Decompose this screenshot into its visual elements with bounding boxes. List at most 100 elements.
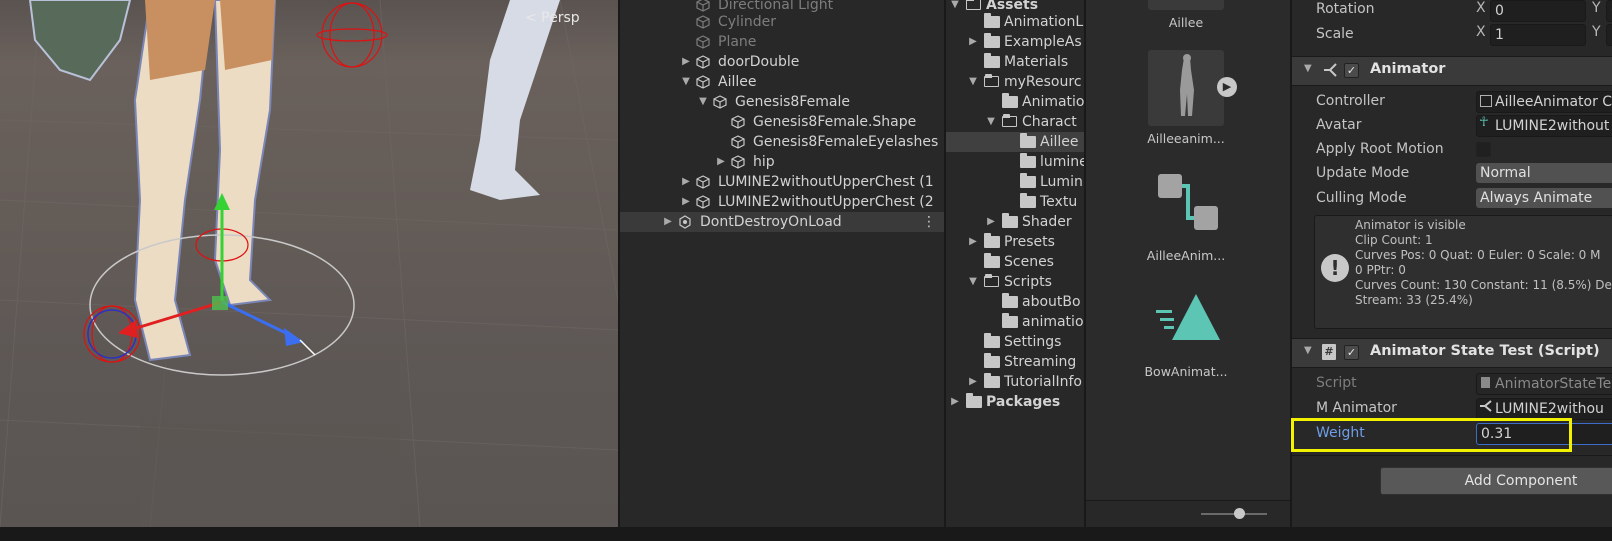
folder-item[interactable]: ▶ TutorialInfo xyxy=(946,372,1084,392)
project-folder-tree[interactable]: ▼ Assets AnimationL ▶ ExampleAs Material… xyxy=(946,0,1084,527)
hierarchy-item-label: Genesis8FemaleEyelashes xyxy=(753,134,939,150)
culling-mode-dropdown[interactable]: Always Animate xyxy=(1476,188,1612,208)
folder-icon xyxy=(966,393,982,408)
update-mode-dropdown[interactable]: Normal xyxy=(1476,163,1612,183)
hierarchy-item[interactable]: Genesis8FemaleEyelashes xyxy=(620,132,944,152)
hierarchy-item-dontdestroyonload[interactable]: ▶ DontDestroyOnLoad ⋮ xyxy=(620,212,944,232)
gameobject-icon xyxy=(696,75,710,89)
expand-arrow-icon[interactable]: ▶ xyxy=(681,52,691,72)
apply-root-motion-label: Apply Root Motion xyxy=(1316,141,1444,157)
folder-label: Materials xyxy=(1004,54,1069,70)
state-test-component-header[interactable]: ▼ # ✓ Animator State Test (Script) xyxy=(1292,338,1612,368)
scene-view-label[interactable]: < Persp xyxy=(525,10,580,26)
asset-label[interactable]: BowAnimat... xyxy=(1106,364,1266,379)
folder-item[interactable]: Streaming xyxy=(946,352,1084,372)
rotation-x-field[interactable]: 0 xyxy=(1490,0,1586,22)
expand-arrow-icon[interactable]: ▶ xyxy=(663,212,673,232)
asset-grid[interactable]: Aillee ▶ Ailleeanim... AilleeAnim... Bow… xyxy=(1086,0,1290,527)
gameobject-icon xyxy=(696,55,710,69)
controller-label: Controller xyxy=(1316,93,1385,109)
avatar-field[interactable]: LUMINE2without xyxy=(1476,115,1612,137)
collapse-arrow-icon[interactable]: ▼ xyxy=(986,112,996,132)
expand-arrow-icon[interactable]: ▶ xyxy=(986,212,996,232)
folder-icon xyxy=(1020,173,1036,188)
folder-item[interactable]: ▼ Scripts xyxy=(946,272,1084,292)
asset-label[interactable]: Aillee xyxy=(1106,15,1266,30)
folder-item[interactable]: Materials xyxy=(946,52,1084,72)
collapse-arrow-icon[interactable]: ▼ xyxy=(1304,345,1312,356)
hierarchy-item[interactable]: ▶ LUMINE2withoutUpperChest (2 xyxy=(620,192,944,212)
folder-item[interactable]: lumine xyxy=(946,152,1084,172)
folder-label: Charact xyxy=(1022,114,1077,130)
zoom-slider-handle[interactable] xyxy=(1234,508,1245,519)
blend-tree-icon[interactable] xyxy=(1156,292,1220,342)
animator-enabled-checkbox[interactable]: ✓ xyxy=(1344,63,1359,78)
folder-label: lumine xyxy=(1040,154,1084,170)
expand-arrow-icon[interactable]: ▶ xyxy=(681,172,691,192)
hierarchy-item[interactable]: Cylinder xyxy=(620,12,944,32)
collapse-arrow-icon[interactable]: ▼ xyxy=(968,72,978,92)
folder-label: Aillee xyxy=(1040,134,1079,150)
state-test-enabled-checkbox[interactable]: ✓ xyxy=(1344,345,1359,360)
scale-x-field[interactable]: 1 xyxy=(1490,24,1586,46)
play-icon[interactable]: ▶ xyxy=(1217,77,1237,97)
folder-label: AnimationL xyxy=(1004,14,1084,30)
folder-item[interactable]: ▶ ExampleAs xyxy=(946,32,1084,52)
hierarchy-item[interactable]: Genesis8Female.Shape xyxy=(620,112,944,132)
animator-component-header[interactable]: ▼ ✓ Animator xyxy=(1292,56,1612,86)
asset-thumbnail[interactable] xyxy=(1148,0,1224,10)
animator-controller-icon[interactable] xyxy=(1156,170,1220,234)
folder-label: TutorialInfo xyxy=(1004,374,1082,390)
m-animator-field[interactable]: LUMINE2withou xyxy=(1476,398,1612,420)
scene-view[interactable]: < Persp xyxy=(0,0,618,527)
collapse-arrow-icon[interactable]: ▼ xyxy=(1304,63,1312,74)
asset-label[interactable]: AilleeAnim... xyxy=(1106,248,1266,263)
asset-label[interactable]: Ailleeanim... xyxy=(1106,131,1266,146)
hierarchy-panel[interactable]: Directional Light Cylinder Plane ▶ doorD… xyxy=(620,0,944,527)
folder-item[interactable]: Settings xyxy=(946,332,1084,352)
folder-item[interactable]: Animatio xyxy=(946,92,1084,112)
folder-item[interactable]: Scenes xyxy=(946,252,1084,272)
folder-item[interactable]: Textu xyxy=(946,192,1084,212)
apply-root-motion-checkbox[interactable] xyxy=(1476,142,1491,157)
add-component-button[interactable]: Add Component xyxy=(1380,467,1612,495)
folder-label: Scripts xyxy=(1004,274,1052,290)
hierarchy-item[interactable]: ▶ hip xyxy=(620,152,944,172)
folder-label: animatio xyxy=(1022,314,1084,330)
folder-item[interactable]: ▼ myResourc xyxy=(946,72,1084,92)
folder-item[interactable]: animatio xyxy=(946,312,1084,332)
folder-item-selected[interactable]: Aillee xyxy=(946,132,1084,152)
collapse-arrow-icon[interactable]: ▼ xyxy=(681,72,691,92)
hierarchy-item[interactable]: ▼ Genesis8Female xyxy=(620,92,944,112)
folder-item[interactable]: aboutBo xyxy=(946,292,1084,312)
hierarchy-item[interactable]: ▶ LUMINE2withoutUpperChest (1 xyxy=(620,172,944,192)
folder-item[interactable]: ▶ Shader xyxy=(946,212,1084,232)
kebab-menu-icon[interactable]: ⋮ xyxy=(922,212,936,232)
gameobject-icon xyxy=(713,95,727,109)
expand-arrow-icon[interactable]: ▶ xyxy=(968,232,978,252)
folder-item[interactable]: Lumin xyxy=(946,172,1084,192)
hierarchy-item[interactable]: ▶ doorDouble xyxy=(620,52,944,72)
folder-icon xyxy=(984,373,1000,388)
folder-item[interactable]: ▶ Packages xyxy=(946,392,1084,412)
expand-arrow-icon[interactable]: ▶ xyxy=(950,392,960,412)
expand-arrow-icon[interactable]: ▶ xyxy=(968,372,978,392)
rotation-y-field[interactable]: 0 xyxy=(1606,0,1612,22)
expand-arrow-icon[interactable]: ▶ xyxy=(716,152,726,172)
scene-render xyxy=(0,0,618,527)
expand-arrow-icon[interactable]: ▶ xyxy=(681,192,691,212)
gameobject-icon xyxy=(696,15,710,29)
hierarchy-item[interactable]: ▼ Aillee xyxy=(620,72,944,92)
expand-arrow-icon[interactable]: ▶ xyxy=(968,32,978,52)
controller-field[interactable]: AilleeAnimator C xyxy=(1476,91,1612,113)
animation-clip-thumbnail[interactable] xyxy=(1148,50,1224,126)
collapse-arrow-icon[interactable]: ▼ xyxy=(968,272,978,292)
scale-y-field[interactable]: 1 xyxy=(1606,24,1612,46)
folder-item[interactable]: AnimationL xyxy=(946,12,1084,32)
folder-item[interactable]: ▶ Presets xyxy=(946,232,1084,252)
folder-item[interactable]: ▼ Charact xyxy=(946,112,1084,132)
folder-icon xyxy=(984,253,1000,268)
collapse-arrow-icon[interactable]: ▼ xyxy=(698,92,708,112)
hierarchy-item[interactable]: Plane xyxy=(620,32,944,52)
folder-icon xyxy=(984,333,1000,348)
